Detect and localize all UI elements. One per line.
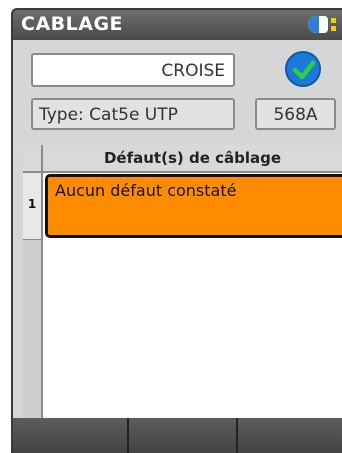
wiring-mode-value: CROISE: [161, 61, 225, 81]
checkmark-icon: [285, 51, 321, 87]
title-bar: CABLAGE: [13, 10, 342, 40]
wiring-standard-label: 568A: [273, 105, 318, 125]
wiring-mode-field[interactable]: CROISE: [31, 53, 235, 87]
battery-icon: [308, 16, 336, 33]
row-text: Aucun défaut constaté: [55, 181, 237, 200]
main-panel: CROISE Type: Cat5e UTP 568A Défaut(s) de…: [13, 40, 342, 418]
softkey-1[interactable]: [13, 418, 129, 453]
cable-type-button[interactable]: Type: Cat5e UTP: [31, 98, 235, 130]
row-index: 1: [23, 173, 43, 240]
softkey-2[interactable]: [129, 418, 238, 453]
index-header: [23, 145, 43, 173]
device-screen: CABLAGE CROISE Type: Cat5e UTP 568A Défa…: [11, 8, 342, 453]
table-row[interactable]: Aucun défaut constaté: [45, 174, 342, 238]
faults-column-header: Défaut(s) de câblage: [43, 145, 342, 173]
screen-title: CABLAGE: [21, 13, 124, 35]
cable-type-label: Type: Cat5e UTP: [39, 105, 178, 125]
softkey-bar: [13, 418, 342, 453]
faults-table: Défaut(s) de câblage 1 Aucun défaut cons…: [23, 145, 342, 418]
wiring-standard-button[interactable]: 568A: [255, 98, 336, 130]
softkey-3[interactable]: [238, 418, 342, 453]
